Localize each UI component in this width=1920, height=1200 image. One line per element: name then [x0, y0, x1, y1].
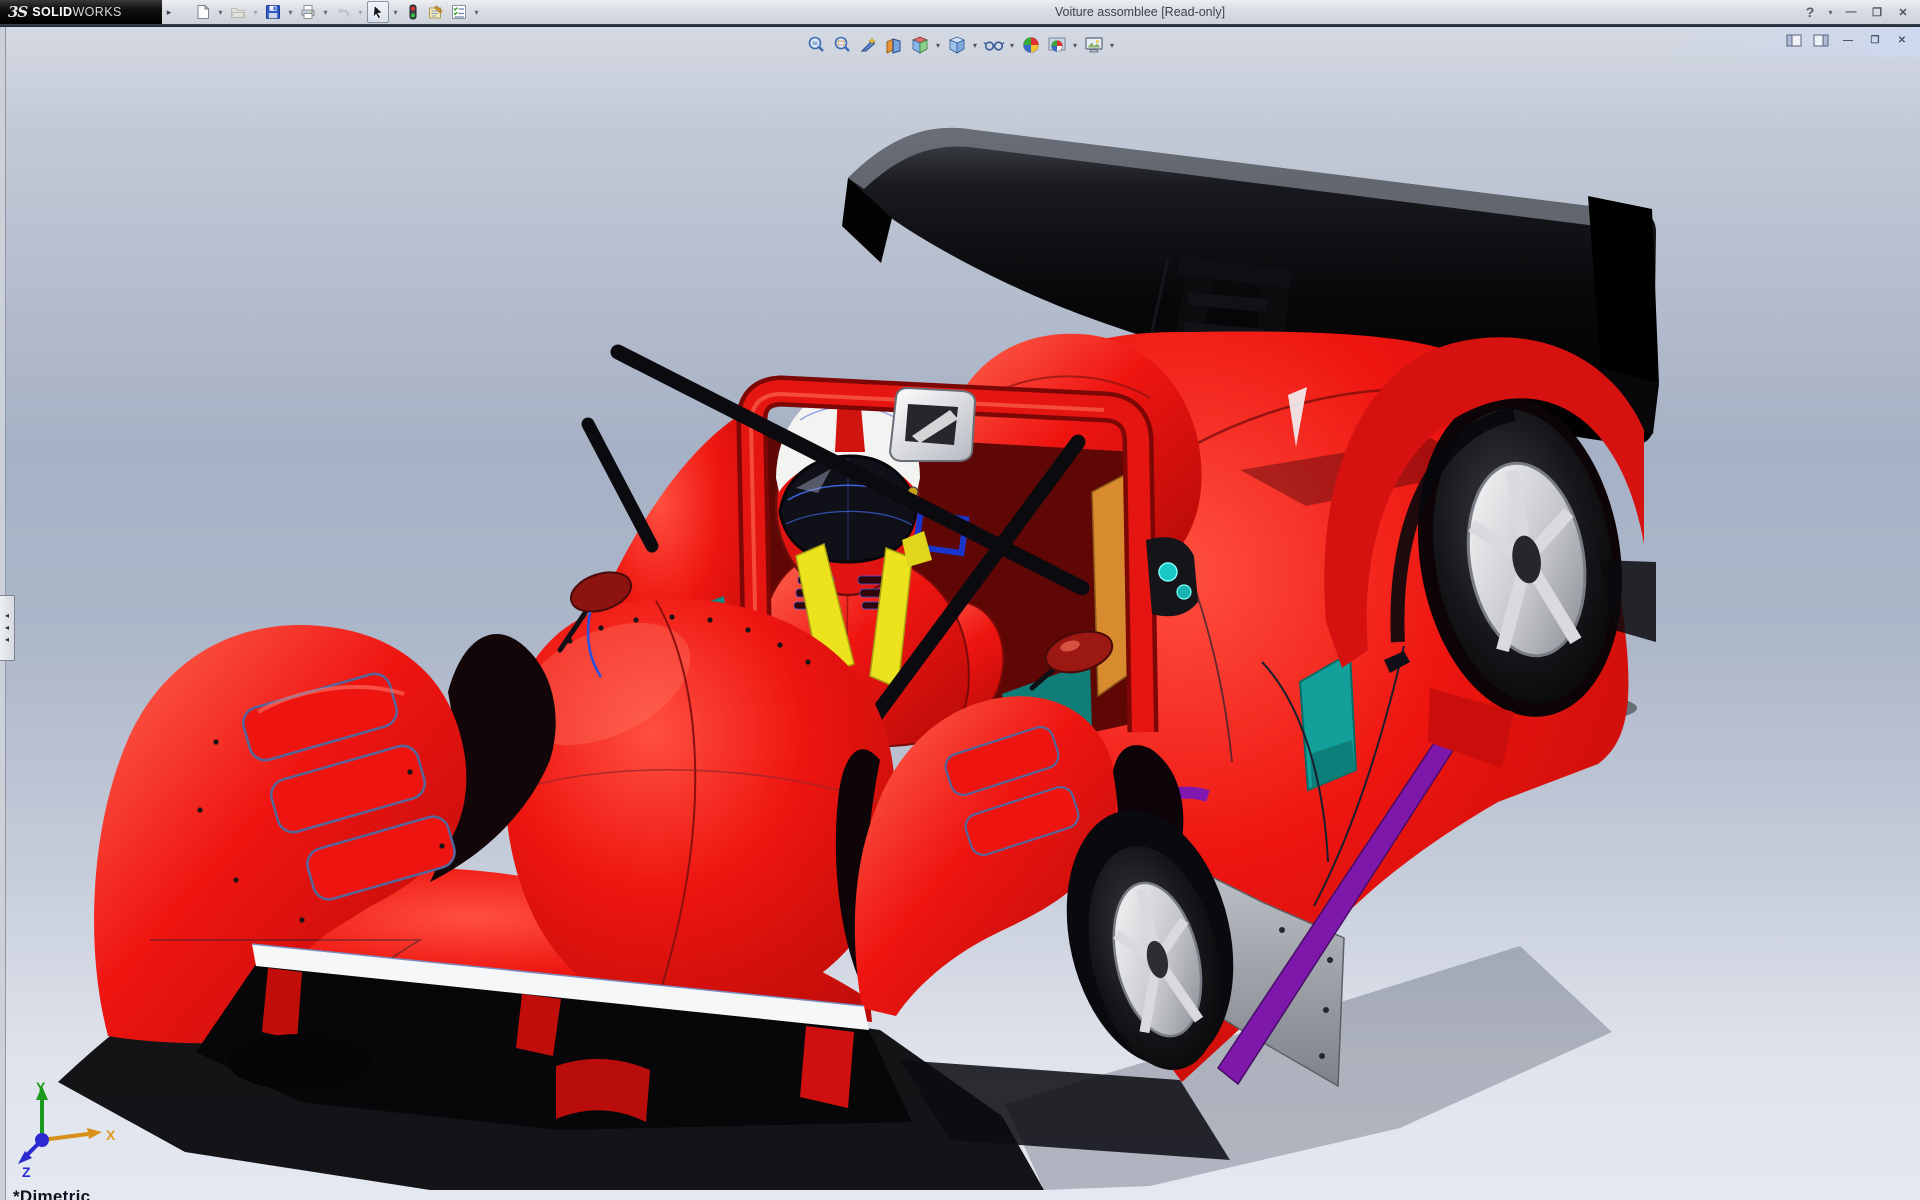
select-cursor-icon	[370, 4, 386, 20]
hide-show-items-button[interactable]	[981, 33, 1006, 57]
previous-view-icon	[858, 35, 878, 55]
display-style-icon	[947, 35, 967, 55]
show-left-pane-button[interactable]	[1784, 32, 1804, 48]
display-style-caret[interactable]: ▾	[970, 33, 980, 57]
show-right-pane-button[interactable]	[1811, 32, 1831, 48]
open-document-caret[interactable]: ▾	[250, 1, 261, 23]
open-document-icon	[230, 4, 246, 20]
view-settings-caret[interactable]: ▾	[1107, 33, 1117, 57]
open-document-button[interactable]	[227, 1, 249, 23]
previous-view-button[interactable]	[855, 33, 880, 57]
save-icon	[265, 4, 281, 20]
zoom-to-area-icon	[832, 35, 852, 55]
print-caret[interactable]: ▾	[320, 1, 331, 23]
help-button[interactable]: ?	[1799, 3, 1821, 21]
graphics-viewport[interactable]: ▾ ▾ ▾	[0, 27, 1920, 1200]
solidworks-logo: 3S SOLID WORKS	[0, 0, 162, 24]
new-document-caret[interactable]: ▾	[215, 1, 226, 23]
zoom-to-fit-button[interactable]	[803, 33, 828, 57]
display-style-button[interactable]	[944, 33, 969, 57]
apply-scene-icon	[1047, 35, 1067, 55]
restore-document-button[interactable]: ❐	[1865, 32, 1885, 48]
main-toolbar: ▾ ▾ ▾ ▾	[192, 1, 482, 23]
zoom-to-area-button[interactable]	[829, 33, 854, 57]
edit-appearance-ball-icon	[1021, 35, 1041, 55]
triad-z-label: Z	[22, 1164, 31, 1178]
options-list-icon	[451, 4, 467, 20]
save-button[interactable]	[262, 1, 284, 23]
window-controls: ? ▾ — ❐ ✕	[1799, 0, 1914, 24]
title-bar: 3S SOLID WORKS ▸ ▾ ▾ ▾	[0, 0, 1920, 24]
save-caret[interactable]: ▾	[285, 1, 296, 23]
front-left-tire-shadow	[228, 1034, 372, 1090]
undo-icon	[335, 4, 351, 20]
apply-scene-caret[interactable]: ▾	[1070, 33, 1080, 57]
menu-expand-arrow[interactable]: ▸	[162, 0, 176, 24]
show-left-pane-icon	[1786, 34, 1802, 47]
edit-annotation-icon	[428, 4, 444, 20]
headsup-view-toolbar: ▾ ▾ ▾	[803, 33, 1117, 57]
zoom-to-fit-icon	[806, 35, 826, 55]
collapse-arrow-icon: ◂	[5, 624, 9, 632]
close-button[interactable]: ✕	[1892, 3, 1914, 21]
edit-annotation-button[interactable]	[425, 1, 447, 23]
view-orientation-label: *Dimetric	[13, 1187, 90, 1200]
triad-x-label: X	[106, 1127, 116, 1143]
feature-panel-expand-tab[interactable]: ◂ ◂ ◂	[0, 595, 15, 661]
edit-appearance-button[interactable]	[1018, 33, 1043, 57]
minimize-document-button[interactable]: —	[1838, 32, 1858, 48]
hide-show-items-caret[interactable]: ▾	[1007, 33, 1017, 57]
window-border	[0, 24, 1920, 27]
document-window-controls: — ❐ ✕	[1784, 32, 1912, 48]
orientation-triad: Y X Z	[14, 1078, 124, 1178]
rear-view-mirror[interactable]	[890, 388, 975, 461]
restore-button[interactable]: ❐	[1866, 3, 1888, 21]
minimize-button[interactable]: —	[1840, 3, 1862, 21]
view-settings-monitor-icon	[1084, 35, 1104, 55]
select-button[interactable]	[367, 1, 389, 23]
select-caret[interactable]: ▾	[390, 1, 401, 23]
hide-show-items-glasses-icon	[983, 35, 1005, 55]
print-button[interactable]	[297, 1, 319, 23]
apply-scene-button[interactable]	[1044, 33, 1069, 57]
section-view-icon	[884, 35, 904, 55]
section-view-button[interactable]	[881, 33, 906, 57]
new-document-icon	[195, 4, 211, 20]
race-car-model[interactable]	[0, 27, 1920, 1200]
collapse-arrow-icon: ◂	[5, 612, 9, 620]
view-orientation-cube-icon	[910, 35, 930, 55]
logo-text-solid: SOLID	[32, 5, 72, 19]
close-document-button[interactable]: ✕	[1892, 32, 1912, 48]
print-icon	[300, 4, 316, 20]
options-list-caret[interactable]: ▾	[471, 1, 482, 23]
new-document-button[interactable]	[192, 1, 214, 23]
logo-text-works: WORKS	[72, 5, 121, 19]
help-caret[interactable]: ▾	[1825, 1, 1836, 23]
view-orientation-caret[interactable]: ▾	[933, 33, 943, 57]
rebuild-button[interactable]	[402, 1, 424, 23]
window-title: Voiture assomblee [Read-only]	[1055, 0, 1225, 24]
view-settings-button[interactable]	[1081, 33, 1106, 57]
options-list-button[interactable]	[448, 1, 470, 23]
rebuild-traffic-light-icon	[405, 4, 421, 20]
view-orientation-button[interactable]	[907, 33, 932, 57]
undo-caret[interactable]: ▾	[355, 1, 366, 23]
show-right-pane-icon	[1813, 34, 1829, 47]
triad-y-label: Y	[36, 1079, 46, 1095]
collapse-arrow-icon: ◂	[5, 636, 9, 644]
ds-logo-icon: 3S	[8, 3, 27, 21]
undo-button[interactable]	[332, 1, 354, 23]
